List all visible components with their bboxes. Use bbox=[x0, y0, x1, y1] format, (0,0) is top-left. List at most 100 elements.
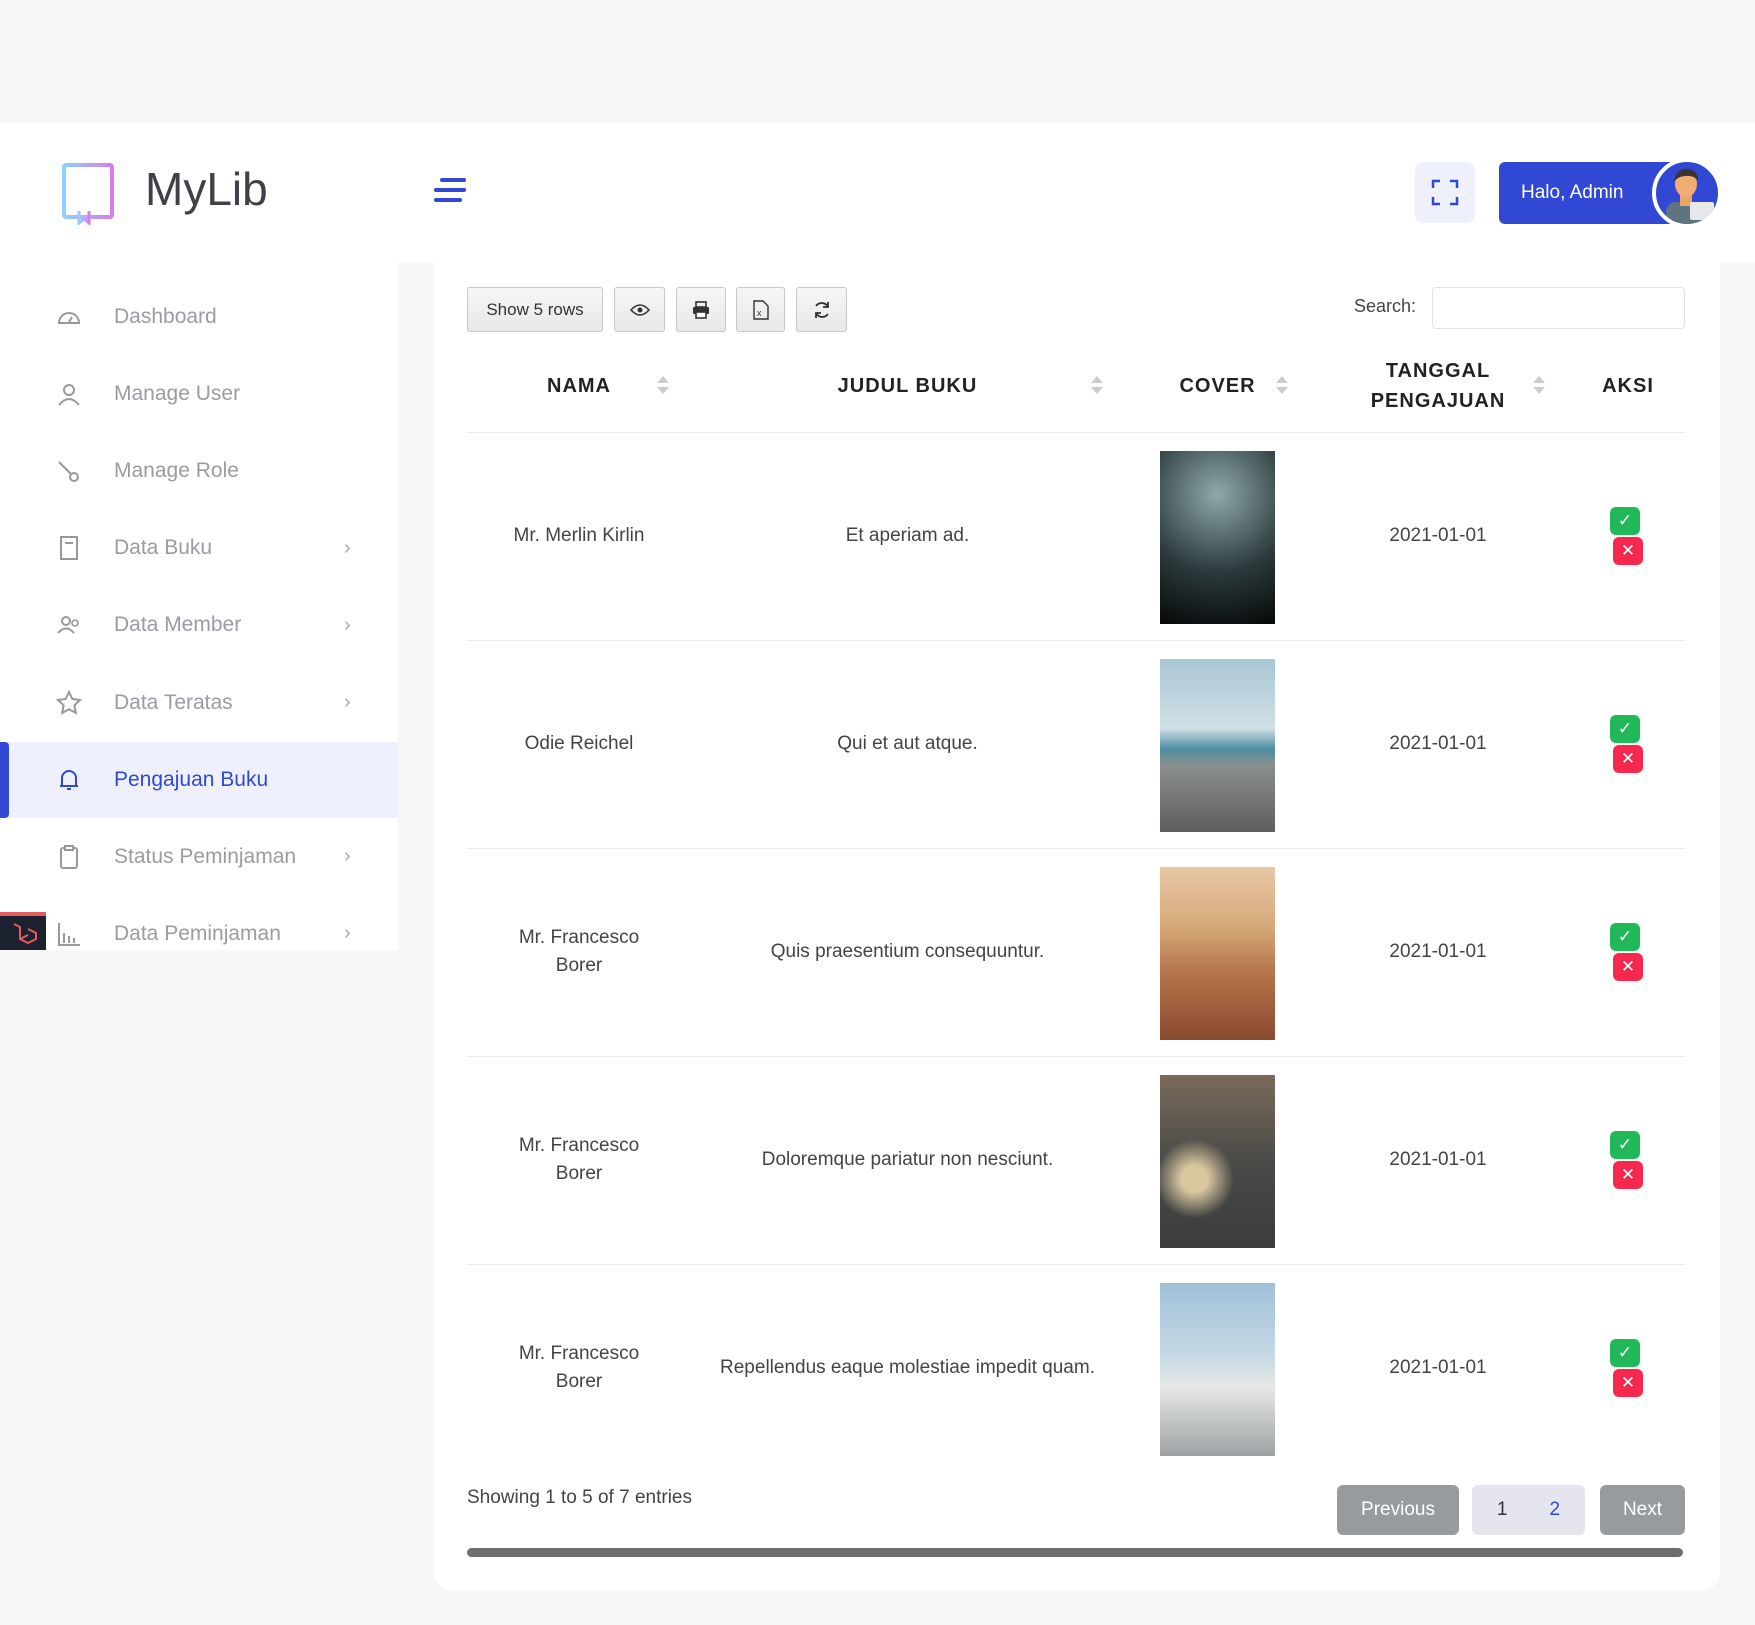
sidebar-item-data-teratas[interactable]: Data Teratas › bbox=[0, 665, 398, 741]
cell-nama: Mr. Merlin Kirlin bbox=[513, 525, 645, 546]
reject-button[interactable]: ✕ bbox=[1613, 1369, 1643, 1397]
cell-judul-buku: Qui et aut atque. bbox=[837, 733, 978, 754]
entries-info: Showing 1 to 5 of 7 entries bbox=[467, 1487, 692, 1508]
page-1-button[interactable]: 1 bbox=[1497, 1499, 1508, 1521]
cell-nama: Odie Reichel bbox=[524, 733, 634, 754]
bell-icon bbox=[60, 769, 78, 790]
check-icon: ✓ bbox=[1617, 927, 1633, 946]
sidebar-item-data-peminjaman[interactable]: Data Peminjaman › bbox=[0, 896, 398, 972]
sidebar-item-label: Dashboard bbox=[114, 305, 217, 328]
sidebar-item-label: Manage Role bbox=[114, 459, 239, 483]
cell-judul-buku: Doloremque pariatur non nesciunt. bbox=[761, 1149, 1054, 1170]
refresh-icon bbox=[814, 301, 829, 318]
users-icon bbox=[57, 616, 79, 635]
export-excel-button[interactable]: x bbox=[736, 287, 785, 332]
cell-nama: Mr. Francesco Borer bbox=[518, 1343, 640, 1392]
sidebar-item-data-member[interactable]: Data Member › bbox=[0, 587, 398, 663]
page-numbers: 1 2 bbox=[1472, 1485, 1585, 1535]
sidebar-item-manage-role[interactable]: Manage Role bbox=[0, 433, 398, 509]
sidebar-item-data-buku[interactable]: Data Buku › bbox=[0, 510, 398, 586]
book-cover-image bbox=[1160, 659, 1275, 832]
reject-button[interactable]: ✕ bbox=[1613, 537, 1643, 565]
reject-button[interactable]: ✕ bbox=[1613, 745, 1643, 773]
previous-page-button[interactable]: Previous bbox=[1337, 1485, 1459, 1535]
book-cover-image bbox=[1160, 1283, 1275, 1456]
cell-tanggal: 2021-01-01 bbox=[1389, 1149, 1487, 1170]
svg-text:x: x bbox=[757, 308, 762, 318]
eye-icon bbox=[629, 303, 650, 316]
sidebar-item-label: Data Peminjaman bbox=[114, 921, 281, 945]
search-input[interactable] bbox=[1432, 287, 1685, 329]
sidebar-item-label: Data Member bbox=[114, 613, 242, 637]
fullscreen-button[interactable] bbox=[1415, 162, 1475, 223]
horizontal-scrollbar[interactable] bbox=[467, 1548, 1683, 1557]
close-icon: ✕ bbox=[1620, 541, 1636, 560]
hamburger-menu-icon[interactable] bbox=[434, 178, 466, 206]
cell-tanggal: 2021-01-01 bbox=[1389, 525, 1487, 546]
sidebar-item-label: Manage User bbox=[114, 382, 241, 406]
cell-tanggal: 2021-01-01 bbox=[1389, 733, 1487, 754]
check-icon: ✓ bbox=[1617, 719, 1633, 738]
sort-icon[interactable] bbox=[1533, 376, 1545, 396]
brand-name: MyLib bbox=[145, 163, 268, 215]
sort-icon[interactable] bbox=[1091, 376, 1103, 396]
sidebar-item-status-peminjaman[interactable]: Status Peminjaman › bbox=[0, 819, 398, 895]
check-icon: ✓ bbox=[1617, 1343, 1633, 1362]
chevron-right-icon: › bbox=[344, 845, 351, 868]
book-icon bbox=[60, 536, 78, 561]
column-visibility-button[interactable] bbox=[614, 287, 665, 332]
sidebar-item-pengajuan-buku[interactable]: Pengajuan Buku bbox=[0, 741, 398, 818]
avatar[interactable] bbox=[1652, 158, 1722, 228]
next-page-button[interactable]: Next bbox=[1600, 1485, 1685, 1535]
fullscreen-icon bbox=[1431, 179, 1459, 206]
search-label: Search: bbox=[1354, 296, 1417, 316]
printer-icon bbox=[693, 300, 709, 319]
key-icon bbox=[58, 461, 79, 483]
cell-nama: Mr. Francesco Borer bbox=[518, 927, 640, 976]
approve-button[interactable]: ✓ bbox=[1610, 715, 1640, 743]
cell-judul-buku: Repellendus eaque molestiae impedit quam… bbox=[720, 1357, 1095, 1378]
approve-button[interactable]: ✓ bbox=[1610, 923, 1640, 951]
check-icon: ✓ bbox=[1617, 511, 1633, 530]
page-2-button[interactable]: 2 bbox=[1550, 1499, 1561, 1521]
reject-button[interactable]: ✕ bbox=[1613, 1161, 1643, 1189]
sort-icon[interactable] bbox=[1276, 376, 1288, 396]
reject-button[interactable]: ✕ bbox=[1613, 953, 1643, 981]
check-icon: ✓ bbox=[1617, 1135, 1633, 1154]
book-logo-icon bbox=[62, 163, 114, 225]
column-header-tanggal-pengajuan[interactable]: TANGGAL PENGAJUAN bbox=[1330, 340, 1546, 432]
sidebar-item-label: Data Teratas bbox=[114, 690, 233, 714]
sidebar-item-manage-user[interactable]: Manage User bbox=[0, 356, 398, 432]
book-cover-image bbox=[1160, 1075, 1275, 1248]
chevron-right-icon: › bbox=[344, 922, 351, 945]
cell-judul-buku: Quis praesentium consequuntur. bbox=[770, 941, 1045, 962]
approve-button[interactable]: ✓ bbox=[1610, 1131, 1640, 1159]
cell-tanggal: 2021-01-01 bbox=[1389, 941, 1487, 962]
user-icon bbox=[58, 384, 80, 406]
refresh-button[interactable] bbox=[796, 287, 847, 332]
book-cover-image bbox=[1160, 451, 1275, 624]
sidebar-item-label: Data Buku bbox=[114, 536, 213, 560]
approve-button[interactable]: ✓ bbox=[1610, 507, 1640, 535]
column-header-judul-buku[interactable]: JUDUL BUKU bbox=[700, 340, 1115, 432]
approve-button[interactable]: ✓ bbox=[1610, 1339, 1640, 1367]
column-header-cover[interactable]: COVER bbox=[1140, 340, 1295, 432]
sidebar-item-dashboard[interactable]: Dashboard bbox=[0, 279, 398, 355]
show-rows-button[interactable]: Show 5 rows bbox=[467, 287, 603, 332]
cell-nama: Mr. Francesco Borer bbox=[518, 1135, 640, 1184]
cell-judul-buku: Et aperiam ad. bbox=[845, 525, 970, 546]
sort-icon[interactable] bbox=[657, 376, 669, 396]
chevron-right-icon: › bbox=[344, 691, 351, 713]
cell-tanggal: 2021-01-01 bbox=[1389, 1357, 1487, 1378]
book-cover-image bbox=[1160, 867, 1275, 1040]
star-icon bbox=[56, 689, 82, 715]
close-icon: ✕ bbox=[1620, 957, 1636, 976]
close-icon: ✕ bbox=[1620, 749, 1636, 768]
chevron-right-icon: › bbox=[344, 613, 351, 636]
sidebar-item-label: Status Peminjaman bbox=[114, 844, 297, 868]
sidebar: Dashboard Manage User Manage Role Data Buku… bbox=[0, 123, 398, 950]
sidebar-item-label: Pengajuan Buku bbox=[114, 767, 269, 791]
close-icon: ✕ bbox=[1620, 1165, 1636, 1184]
print-button[interactable] bbox=[676, 287, 726, 332]
laravel-debugbar-icon[interactable] bbox=[0, 912, 46, 950]
